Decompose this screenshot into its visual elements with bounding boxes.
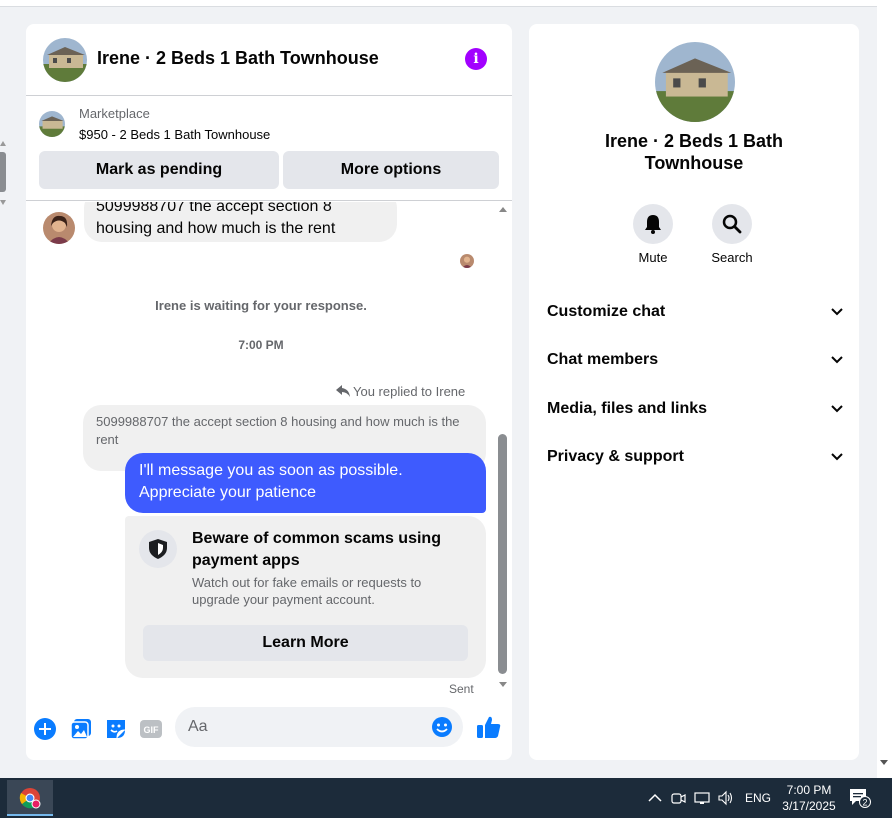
outgoing-message[interactable]: I'll message you as soon as possible. Ap… <box>125 453 486 513</box>
scam-warning-card: Beware of common scams using payment app… <box>125 516 486 678</box>
notification-icon[interactable]: 2 <box>849 788 871 808</box>
section-label: Media, files and links <box>547 400 708 417</box>
network-icon[interactable] <box>694 790 710 806</box>
message-input-wrapper <box>175 707 463 747</box>
left-scroll-up-arrow[interactable] <box>0 141 6 146</box>
clock-date: 3/17/2025 <box>782 799 836 813</box>
message-status: Sent <box>449 682 474 696</box>
shield-icon <box>139 530 177 568</box>
left-scroll-handle[interactable] <box>0 152 6 192</box>
thumbs-up-icon[interactable] <box>476 714 502 740</box>
listing-title[interactable]: $950 - 2 Beds 1 Bath Townhouse <box>79 127 270 142</box>
clock-time: 7:00 PM <box>786 783 832 797</box>
search-icon <box>722 214 742 234</box>
scroll-down-arrow[interactable] <box>499 682 507 687</box>
sticker-icon[interactable] <box>104 717 128 741</box>
chevron-down-icon <box>831 356 843 364</box>
more-options-button[interactable]: More options <box>283 151 499 189</box>
svg-text:GIF: GIF <box>144 725 160 735</box>
time-separator: 7:00 PM <box>238 338 284 352</box>
incoming-message[interactable]: 5099988707 the accept section 8 housing … <box>84 202 397 242</box>
replied-text: You replied to Irene <box>353 384 466 399</box>
composer-bar: GIF <box>26 704 512 760</box>
left-scroll-down-arrow[interactable] <box>0 200 6 205</box>
chat-avatar[interactable] <box>43 38 87 82</box>
section-chat-members[interactable]: Chat members <box>547 340 843 380</box>
meet-now-icon[interactable] <box>670 790 686 806</box>
chevron-up-icon[interactable] <box>647 790 663 806</box>
message-input[interactable] <box>188 707 428 747</box>
sender-avatar[interactable] <box>43 212 75 244</box>
windows-taskbar: ENG 7:00 PM 3/17/2025 2 <box>0 778 892 818</box>
section-customize-chat[interactable]: Customize chat <box>547 292 843 332</box>
scam-warning-description: Watch out for fake emails or requests to… <box>192 575 422 607</box>
bell-icon <box>645 215 661 234</box>
top-border <box>0 0 878 7</box>
section-media-files-links[interactable]: Media, files and links <box>547 389 843 429</box>
chevron-down-icon <box>831 405 843 413</box>
chrome-taskbar-button[interactable] <box>7 780 53 816</box>
marketplace-banner: Marketplace $950 - 2 Beds 1 Bath Townhou… <box>26 97 512 201</box>
chrome-icon <box>19 788 41 809</box>
section-label: Customize chat <box>547 303 666 320</box>
search-label: Search <box>711 250 753 265</box>
language-indicator[interactable]: ENG <box>745 791 771 805</box>
replied-indicator: You replied to Irene <box>336 384 465 399</box>
seen-receipt-avatar <box>460 254 474 268</box>
section-label: Privacy & support <box>547 448 684 465</box>
details-panel: Irene · 2 Beds 1 Bath Townhouse Mute Sea… <box>529 24 859 760</box>
mark-as-pending-button[interactable]: Mark as pending <box>39 151 279 189</box>
chevron-down-icon <box>831 308 843 316</box>
reply-icon <box>336 385 350 397</box>
scam-warning-title: Beware of common scams using payment app… <box>192 530 441 569</box>
profile-name: Irene · 2 Beds 1 Bath Townhouse <box>604 131 784 173</box>
info-icon[interactable]: i <box>465 48 487 70</box>
photo-icon[interactable] <box>69 717 93 741</box>
chat-title[interactable]: Irene · 2 Beds 1 Bath Townhouse <box>97 48 379 69</box>
message-list[interactable]: 5099988707 the accept section 8 housing … <box>26 202 512 699</box>
mute-button[interactable]: Mute <box>623 204 683 265</box>
emoji-icon[interactable] <box>431 716 453 738</box>
volume-icon[interactable] <box>718 790 734 806</box>
scroll-thumb[interactable] <box>498 434 507 674</box>
search-button[interactable]: Search <box>702 204 762 265</box>
learn-more-button[interactable]: Learn More <box>143 625 468 661</box>
chevron-down-icon <box>831 453 843 461</box>
clock[interactable]: 7:00 PM 3/17/2025 <box>778 782 840 814</box>
section-label: Chat members <box>547 351 659 368</box>
mute-label: Mute <box>638 250 668 265</box>
chat-panel: Irene · 2 Beds 1 Bath Townhouse i Market… <box>26 24 512 760</box>
page-scrollbar[interactable] <box>877 0 892 778</box>
profile-photo[interactable] <box>655 42 735 122</box>
section-privacy-support[interactable]: Privacy & support <box>547 437 843 477</box>
plus-icon[interactable] <box>33 717 57 741</box>
waiting-notice: Irene is waiting for your response. <box>155 298 367 313</box>
notification-count: 2 <box>862 798 867 808</box>
listing-thumbnail[interactable] <box>39 111 65 137</box>
message-scrollbar[interactable] <box>496 202 510 699</box>
chat-header: Irene · 2 Beds 1 Bath Townhouse i <box>26 24 512 96</box>
marketplace-label: Marketplace <box>79 106 150 121</box>
scroll-up-arrow[interactable] <box>499 207 507 212</box>
gif-icon[interactable]: GIF <box>139 717 163 741</box>
scroll-down-arrow[interactable] <box>880 760 888 765</box>
